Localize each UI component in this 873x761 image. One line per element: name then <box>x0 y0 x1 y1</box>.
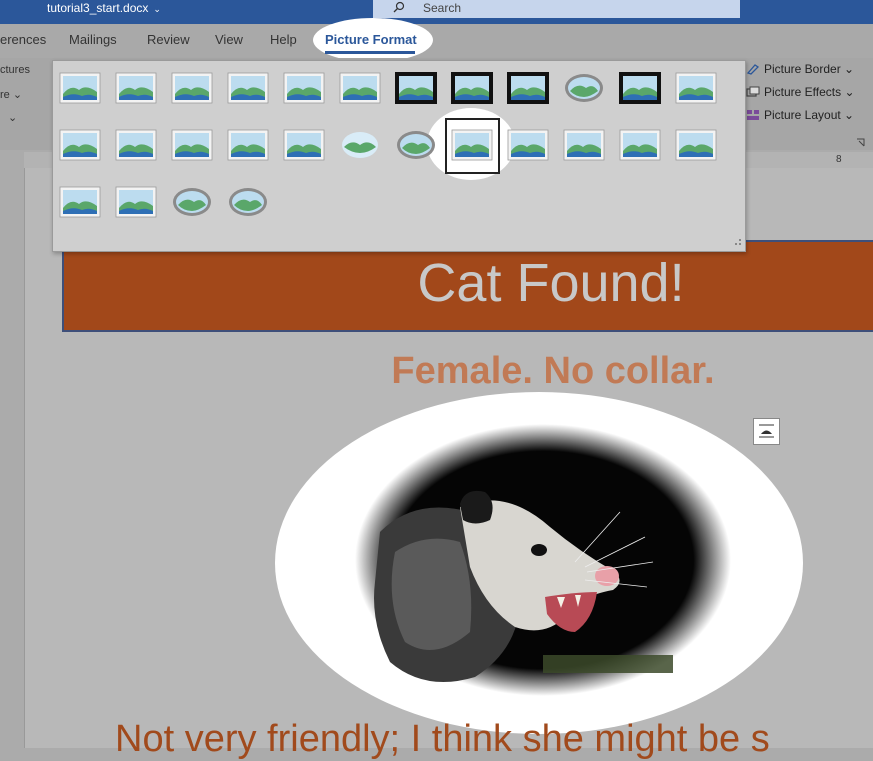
style-thumb-relaxed-perspective[interactable] <box>674 127 718 163</box>
dialog-launcher-icon[interactable] <box>856 138 865 147</box>
tab-mailings[interactable]: Mailings <box>69 32 117 47</box>
search-box[interactable]: Search <box>373 0 740 18</box>
layout-options-button[interactable] <box>753 418 780 445</box>
picture-effects-label: Picture Effects ⌄ <box>764 85 855 99</box>
style-thumb-perspective-tilted[interactable] <box>618 127 662 163</box>
style-thumb-center-shadow-rectangle[interactable] <box>674 70 718 106</box>
style-thumb-snip-diagonal-corner[interactable] <box>170 127 214 163</box>
compress-pictures-label[interactable]: re ⌄ <box>0 88 22 101</box>
search-icon <box>393 1 405 13</box>
reset-picture-dropdown[interactable]: ⌄ <box>8 111 17 124</box>
style-thumb-drop-shadow-rectangle[interactable] <box>226 70 270 106</box>
style-thumb-perspective-shadow[interactable] <box>338 127 382 163</box>
style-thumb-beveled-oval[interactable] <box>170 184 214 220</box>
picture-layout-label: Picture Layout ⌄ <box>764 108 855 122</box>
style-thumb-reflected-bevel[interactable] <box>562 127 606 163</box>
picture-layout-button[interactable]: Picture Layout ⌄ <box>746 108 854 122</box>
active-tab-underline <box>325 51 415 54</box>
opossum-photo[interactable] <box>275 392 803 735</box>
style-thumb-metal-rounded-oval[interactable] <box>226 184 270 220</box>
style-thumb-soft-edge-oval[interactable] <box>394 127 438 163</box>
ruler-mark: 8 <box>836 154 842 165</box>
picture-layout-icon <box>747 110 759 120</box>
style-thumb-simple-frame-black[interactable] <box>506 70 550 106</box>
picture-border-button[interactable]: Picture Border ⌄ <box>746 62 854 76</box>
change-pictures-label[interactable]: ctures <box>0 64 30 76</box>
style-thumb-reflected-rounded-rectangle[interactable] <box>282 70 326 106</box>
subtitle-text: Female. No collar. <box>391 350 715 392</box>
page-margin-line <box>24 168 25 748</box>
tab-review[interactable]: Review <box>147 32 190 47</box>
tab-help[interactable]: Help <box>270 32 297 47</box>
style-thumb-simple-frame-white[interactable] <box>58 70 102 106</box>
style-thumb-double-frame-black[interactable] <box>394 70 438 106</box>
picture-effects-button[interactable]: Picture Effects ⌄ <box>746 85 855 99</box>
style-thumb-metal-frame[interactable] <box>170 70 214 106</box>
search-placeholder: Search <box>423 1 462 15</box>
tab-view[interactable]: View <box>215 32 243 47</box>
tab-picture-format[interactable]: Picture Format <box>325 32 417 47</box>
selected-style-frame <box>445 118 500 174</box>
chevron-down-icon[interactable]: ⌄ <box>153 4 161 14</box>
style-thumb-beveled-matte-white[interactable] <box>114 70 158 106</box>
style-thumb-metal-oval[interactable] <box>562 70 606 106</box>
picture-border-label: Picture Border ⌄ <box>764 62 855 76</box>
picture-effects-icon <box>746 86 760 97</box>
ribbon-tabs: erences Mailings Review View Help <box>0 24 873 58</box>
document-title[interactable]: tutorial3_start.docx ⌄ <box>47 1 161 15</box>
style-thumb-reflected-perspective-right[interactable] <box>58 184 102 220</box>
layout-options-icon <box>759 424 774 438</box>
body-text: Not very friendly; I think she might be … <box>115 718 770 760</box>
style-thumb-compound-frame-black[interactable] <box>618 70 662 106</box>
banner-title: Cat Found! <box>417 253 685 313</box>
picture-border-icon <box>746 64 760 75</box>
style-thumb-soft-edge-rectangle[interactable] <box>338 70 382 106</box>
tab-references[interactable]: erences <box>0 32 46 47</box>
resize-grip-icon[interactable] <box>734 238 742 246</box>
style-thumb-rounded-reflected[interactable] <box>114 184 158 220</box>
style-thumb-moderate-frame-white[interactable] <box>226 127 270 163</box>
style-thumb-rotated-white[interactable] <box>282 127 326 163</box>
document-name: tutorial3_start.docx <box>47 1 149 15</box>
style-thumb-bevel-perspective[interactable] <box>506 127 550 163</box>
style-thumb-thick-matte-black[interactable] <box>450 70 494 106</box>
title-bar: tutorial3_start.docx ⌄ Search <box>0 0 873 24</box>
style-thumb-rounded-diagonal-corner[interactable] <box>114 127 158 163</box>
style-thumb-simple-frame-white-2[interactable] <box>58 127 102 163</box>
